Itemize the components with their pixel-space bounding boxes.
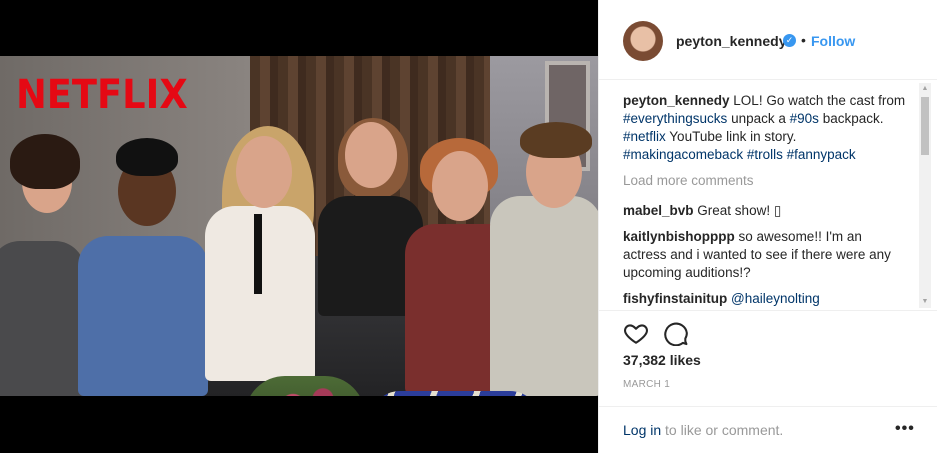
caption: peyton_kennedy LOL! Go watch the cast fr…: [623, 92, 907, 164]
comment-item: mabel_bvb Great show! ▯: [623, 202, 907, 220]
post-panel: peyton_kennedy ✓ • Follow peyton_kennedy…: [598, 0, 937, 453]
post-media[interactable]: NETFLIX: [0, 0, 598, 453]
login-text: to like or comment.: [665, 422, 784, 438]
heart-icon[interactable]: [623, 320, 649, 346]
login-prompt: Log in to like or comment.: [623, 422, 783, 438]
hashtag-link[interactable]: #makingacomeback: [623, 147, 743, 162]
comment-item: kaitlynbishopppp so awesome!! I'm an act…: [623, 228, 907, 282]
hashtag-link[interactable]: #trolls: [747, 147, 783, 162]
login-link[interactable]: Log in: [623, 422, 661, 438]
mention-link[interactable]: @haileynolting: [731, 291, 820, 306]
caption-text: YouTube link in story.: [669, 129, 797, 144]
post-header: peyton_kennedy ✓ • Follow: [599, 0, 937, 80]
post-actions: 37,382 likes MARCH 1 Log in to like or c…: [599, 310, 937, 453]
hashtag-link[interactable]: #90s: [790, 111, 819, 126]
comment-item: fishyfinstainitup @haileynolting: [623, 290, 907, 308]
header-separator: •: [801, 32, 806, 48]
comment-username[interactable]: fishyfinstainitup: [623, 291, 727, 306]
scroll-down-icon[interactable]: ▼: [919, 296, 931, 308]
comment-username[interactable]: kaitlynbishopppp: [623, 229, 735, 244]
comment-text: Great show! ▯: [697, 203, 782, 218]
scrollbar-thumb[interactable]: [921, 97, 929, 155]
hashtag-link[interactable]: #netflix: [623, 129, 666, 144]
caption-text: LOL! Go watch the cast from: [733, 93, 906, 108]
caption-username[interactable]: peyton_kennedy: [623, 93, 730, 108]
post-footer: Log in to like or comment. •••: [599, 406, 937, 453]
post-date: MARCH 1: [623, 379, 671, 390]
hashtag-link[interactable]: #everythingsucks: [623, 111, 727, 126]
comment-username[interactable]: mabel_bvb: [623, 203, 694, 218]
follow-button[interactable]: Follow: [811, 33, 855, 49]
scroll-up-icon[interactable]: ▲: [919, 83, 931, 95]
comments-scrollbar[interactable]: ▲ ▼: [919, 83, 931, 308]
netflix-logo: NETFLIX: [16, 72, 188, 118]
fanny-pack: [370, 391, 540, 396]
verified-check-icon: ✓: [783, 34, 796, 47]
comment-icon[interactable]: [663, 320, 689, 347]
more-options-button[interactable]: •••: [895, 420, 915, 438]
hashtag-link[interactable]: #fannypack: [787, 147, 856, 162]
likes-count[interactable]: 37,382 likes: [623, 352, 701, 368]
caption-text: backpack.: [822, 111, 884, 126]
avatar[interactable]: [623, 21, 663, 61]
header-username[interactable]: peyton_kennedy: [676, 33, 786, 49]
comments-list[interactable]: peyton_kennedy LOL! Go watch the cast fr…: [623, 92, 907, 310]
load-more-comments-button[interactable]: Load more comments: [623, 172, 907, 190]
caption-text: unpack a: [731, 111, 786, 126]
